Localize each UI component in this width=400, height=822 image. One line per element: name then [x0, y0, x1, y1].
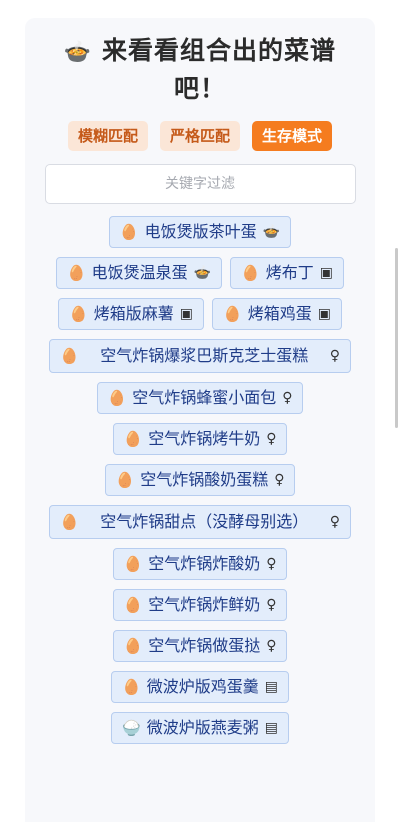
fuzzy-match-button[interactable]: 模糊匹配	[67, 121, 148, 151]
air-fryer-icon: ♀	[282, 390, 293, 406]
keyword-filter-input[interactable]	[44, 164, 356, 204]
air-fryer-icon: ♀	[266, 597, 277, 613]
recipe-item[interactable]: 🥚 烤箱版麻薯 ▣	[58, 298, 204, 330]
recipe-item[interactable]: 🥚 电饭煲版茶叶蛋 🍲	[108, 216, 292, 248]
recipe-item[interactable]: 🥚 空气炸锅炸鲜奶 ♀	[112, 589, 288, 621]
egg-icon: 🥚	[119, 223, 139, 241]
air-fryer-icon: ♀	[266, 556, 277, 572]
egg-icon: 🥚	[69, 305, 88, 323]
egg-icon: 🥚	[66, 264, 86, 282]
rice-icon: 🍚	[122, 719, 141, 737]
air-fryer-icon: ♀	[329, 514, 340, 530]
recipe-name: 空气炸锅蜂蜜小面包	[132, 388, 277, 407]
match-mode-group: 模糊匹配 严格匹配 生存模式	[25, 121, 375, 151]
oven-icon: ▣	[179, 306, 193, 322]
scrollbar[interactable]	[395, 248, 398, 428]
recipe-list: 🥚 电饭煲版茶叶蛋 🍲 🥚 电饭煲温泉蛋 🍲 🥚 烤布丁 ▣ 🥚 烤箱版麻薯 ▣ 🥚 烤箱鸡蛋 ▣ 🥚 空气炸锅…	[25, 216, 375, 744]
egg-icon: 🥚	[123, 637, 143, 655]
egg-icon: 🥚	[123, 555, 143, 573]
recipe-item[interactable]: 🥚 空气炸锅烤牛奶 ♀	[112, 423, 288, 455]
recipe-item[interactable]: 🥚 空气炸锅爆浆巴斯克芝士蛋糕 ♀	[49, 339, 351, 373]
egg-icon: 🥚	[123, 596, 143, 614]
rice-cooker-icon: 🍲	[262, 224, 281, 240]
egg-icon: 🥚	[60, 347, 79, 365]
recipe-item[interactable]: 🥚 空气炸锅蜂蜜小面包 ♀	[96, 382, 304, 414]
page-title-text: 来看看组合出的菜谱吧！	[102, 36, 337, 103]
recipe-name: 空气炸锅烤牛奶	[148, 429, 261, 448]
egg-icon: 🥚	[115, 471, 135, 489]
egg-icon: 🥚	[123, 430, 143, 448]
oven-icon: ▣	[319, 265, 334, 281]
recipe-name: 空气炸锅炸鲜奶	[148, 595, 261, 614]
recipe-name: 空气炸锅酸奶蛋糕	[140, 470, 269, 489]
microwave-icon: ▤	[264, 679, 278, 695]
recipe-name: 烤箱版麻薯	[93, 304, 174, 323]
recipe-item[interactable]: 🥚 烤布丁 ▣	[230, 257, 345, 289]
recipe-item[interactable]: 🥚 空气炸锅做蛋挞 ♀	[112, 630, 288, 662]
oven-icon: ▣	[317, 306, 331, 322]
air-fryer-icon: ♀	[329, 348, 340, 364]
recipe-name: 空气炸锅做蛋挞	[148, 636, 261, 655]
recipe-panel: 🍲 来看看组合出的菜谱吧！ 模糊匹配 严格匹配 生存模式 🥚 电饭煲版茶叶蛋 🍲 🥚 电…	[25, 18, 375, 822]
air-fryer-icon: ♀	[266, 431, 277, 447]
recipe-name: 烤箱鸡蛋	[247, 304, 312, 323]
recipe-name: 电饭煲温泉蛋	[91, 263, 188, 282]
recipe-name: 空气炸锅甜点（没酵母别选）	[100, 512, 309, 531]
egg-icon: 🥚	[107, 389, 127, 407]
recipe-name: 烤布丁	[265, 263, 314, 282]
recipe-name: 空气炸锅炸酸奶	[148, 554, 261, 573]
recipe-name: 电饭煲版茶叶蛋	[144, 222, 257, 241]
recipe-name: 空气炸锅爆浆巴斯克芝士蛋糕	[100, 346, 309, 365]
microwave-icon: ▤	[264, 720, 278, 736]
recipe-item[interactable]: 🥚 烤箱鸡蛋 ▣	[212, 298, 342, 330]
egg-icon: 🥚	[223, 305, 242, 323]
egg-icon: 🥚	[241, 264, 260, 282]
recipe-item[interactable]: 🥚 空气炸锅炸酸奶 ♀	[112, 548, 288, 580]
recipe-item[interactable]: 🥚 空气炸锅甜点（没酵母别选） ♀	[49, 505, 351, 539]
survival-mode-button[interactable]: 生存模式	[252, 121, 333, 151]
recipe-item[interactable]: 🥚 电饭煲温泉蛋 🍲	[55, 257, 223, 289]
recipe-item[interactable]: 🍚 微波炉版燕麦粥 ▤	[111, 712, 289, 744]
recipe-name: 微波炉版鸡蛋羹	[146, 677, 259, 696]
strict-match-button[interactable]: 严格匹配	[159, 121, 240, 151]
page-title: 🍲 来看看组合出的菜谱吧！	[25, 33, 375, 107]
egg-icon: 🥚	[60, 513, 79, 531]
recipe-name: 微波炉版燕麦粥	[146, 718, 259, 737]
pot-icon: 🍲	[63, 40, 93, 65]
egg-icon: 🥚	[122, 678, 141, 696]
recipe-item[interactable]: 🥚 空气炸锅酸奶蛋糕 ♀	[104, 464, 296, 496]
recipe-item[interactable]: 🥚 微波炉版鸡蛋羹 ▤	[111, 671, 289, 703]
air-fryer-icon: ♀	[274, 472, 285, 488]
air-fryer-icon: ♀	[266, 638, 277, 654]
rice-cooker-icon: 🍲	[193, 265, 212, 281]
